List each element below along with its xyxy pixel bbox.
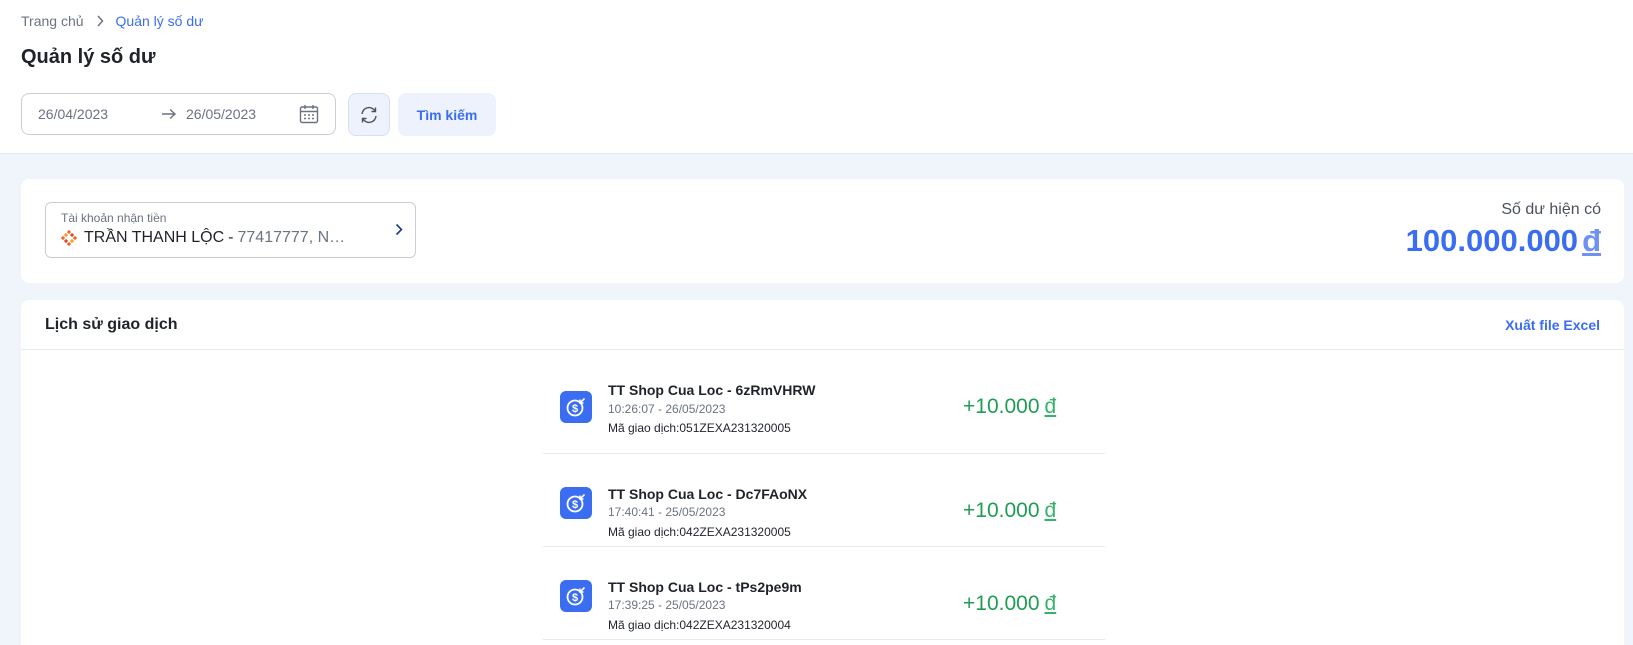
- account-holder-name: TRẦN THANH LỘC: [84, 229, 225, 246]
- transaction-amount-value: +10.000: [963, 592, 1040, 615]
- transaction-amount-value: +10.000: [963, 395, 1040, 418]
- transaction-currency: đ: [1044, 592, 1057, 615]
- page-title: Quản lý số dư: [21, 46, 156, 68]
- transaction-row[interactable]: $ TT Shop Cua Loc - Dc7FAoNX 17:40:41 - …: [543, 454, 1105, 547]
- breadcrumb: Trang chủ Quản lý số dư: [21, 13, 204, 29]
- page-header: Trang chủ Quản lý số dư Quản lý số dư 26…: [0, 0, 1633, 154]
- arrow-right-icon: [156, 108, 182, 120]
- refresh-button[interactable]: [348, 93, 390, 136]
- transaction-title: TT Shop Cua Loc - tPs2pe9m: [608, 579, 802, 595]
- transaction-title: TT Shop Cua Loc - Dc7FAoNX: [608, 486, 808, 502]
- transaction-history-card: Lịch sử giao dịch Xuất file Excel $ TT S…: [21, 300, 1624, 645]
- transaction-time: 17:39:25 - 25/05/2023: [608, 598, 726, 612]
- transaction-amount-value: +10.000: [963, 499, 1040, 522]
- transaction-amount: +10.000 đ: [963, 499, 1056, 523]
- transaction-code: Mã giao dịch:042ZEXA231320005: [608, 525, 791, 539]
- balance-amount: 100.000.000 đ: [1406, 223, 1601, 259]
- transaction-amount: +10.000 đ: [963, 592, 1056, 616]
- transaction-time: 17:40:41 - 25/05/2023: [608, 505, 726, 519]
- svg-text:$: $: [572, 592, 578, 604]
- breadcrumb-home-link[interactable]: Trang chủ: [21, 13, 84, 29]
- transaction-code: Mã giao dịch:051ZEXA231320005: [608, 421, 791, 435]
- balance-currency: đ: [1582, 223, 1601, 258]
- transaction-list: $ TT Shop Cua Loc - 6zRmVHRW 10:26:07 - …: [543, 351, 1105, 640]
- breadcrumb-current: Quản lý số dư: [115, 13, 204, 29]
- chevron-right-icon: [96, 15, 104, 27]
- calendar-icon[interactable]: [299, 104, 319, 124]
- balance-value: 100.000.000: [1405, 223, 1579, 258]
- history-title: Lịch sử giao dịch: [45, 315, 178, 333]
- transaction-currency: đ: [1044, 499, 1057, 522]
- balance-label: Số dư hiện có: [1501, 201, 1601, 218]
- history-header: Lịch sử giao dịch Xuất file Excel: [21, 300, 1624, 350]
- svg-text:$: $: [572, 403, 578, 415]
- export-excel-link[interactable]: Xuất file Excel: [1505, 317, 1600, 333]
- transaction-time: 10:26:07 - 26/05/2023: [608, 402, 726, 416]
- receiving-account-select[interactable]: Tài khoản nhận tiền TRẦN THANH LỘC - 774…: [45, 202, 416, 258]
- transaction-code: Mã giao dịch:042ZEXA231320004: [608, 618, 791, 632]
- transaction-row[interactable]: $ TT Shop Cua Loc - 6zRmVHRW 10:26:07 - …: [543, 351, 1105, 454]
- date-range-picker[interactable]: 26/04/2023 26/05/2023: [21, 93, 336, 135]
- transaction-row[interactable]: $ TT Shop Cua Loc - tPs2pe9m 17:39:25 - …: [543, 547, 1105, 640]
- account-separator: -: [228, 229, 234, 246]
- transaction-currency: đ: [1044, 395, 1057, 418]
- money-in-icon: $: [560, 487, 592, 519]
- money-in-icon: $: [560, 391, 592, 423]
- refresh-icon: [359, 106, 379, 124]
- date-from-input[interactable]: 26/04/2023: [38, 106, 156, 122]
- svg-text:$: $: [572, 499, 578, 511]
- date-to-input[interactable]: 26/05/2023: [182, 106, 299, 122]
- account-caption: Tài khoản nhận tiền: [61, 211, 167, 225]
- transaction-amount: +10.000 đ: [963, 395, 1056, 419]
- chevron-right-icon: [395, 223, 403, 236]
- money-in-icon: $: [560, 580, 592, 612]
- search-button[interactable]: Tìm kiếm: [398, 93, 496, 136]
- transaction-title: TT Shop Cua Loc - 6zRmVHRW: [608, 382, 816, 398]
- account-value: TRẦN THANH LỘC - 77417777, NGÂ...: [61, 229, 401, 247]
- bank-logo-icon: [61, 230, 77, 246]
- balance-card: Tài khoản nhận tiền TRẦN THANH LỘC - 774…: [21, 179, 1624, 283]
- account-detail: 77417777, NGÂ...: [237, 229, 358, 246]
